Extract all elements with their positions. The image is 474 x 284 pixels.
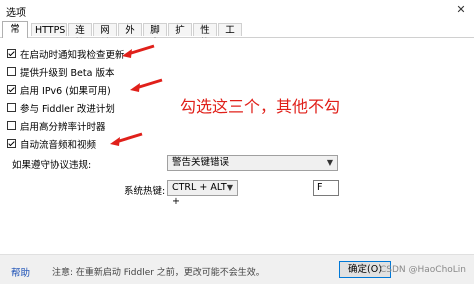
tab-scripting[interactable]: 脚本 [143,23,167,49]
tab-extensions[interactable]: 扩展 [168,23,192,49]
option-beta-upgrade[interactable]: 提供升级到 Beta 版本 [7,65,115,79]
tab-gateway[interactable]: 网关 [93,23,117,49]
select-value: CTRL + ALT + [172,182,227,207]
restart-note: 注意: 在重新启动 Fiddler 之前，更改可能不会生效。 [52,268,265,278]
tab-https[interactable]: HTTPS [31,23,67,36]
protocol-violation-select[interactable]: 警告关键错误 ▼ [167,155,338,171]
tab-performance[interactable]: 性能 [193,23,217,49]
option-label: 自动流音频和视频 [20,139,97,151]
checkbox[interactable] [7,49,16,58]
arrow-icon [130,78,163,92]
arrow-icon [122,44,155,58]
select-value: 警告关键错误 [172,157,230,168]
tab-connections[interactable]: 连接 [68,23,92,49]
hotkey-key-input[interactable]: F [313,180,339,196]
option-stream-audio-video[interactable]: 自动流音频和视频 [7,137,97,151]
watermark: CSDN @HaoChoLin [379,265,466,275]
title-bar: 选项 ✕ [0,0,474,20]
tab-general[interactable]: 常规 [2,21,28,50]
hotkey-label: 系统热键: [124,186,166,197]
checkbox[interactable] [7,85,16,94]
help-link[interactable]: 帮助 [11,265,30,279]
option-label: 参与 Fiddler 改进计划 [20,103,115,115]
window-title: 选项 [6,8,26,19]
chevron-down-icon: ▼ [326,158,333,167]
chevron-down-icon: ▼ [226,183,233,192]
annotation-text: 勾选这三个，其他不勾 [180,97,341,116]
tab-bar: 常规 HTTPS 连接 网关 外观 脚本 扩展 性能 工具 [0,20,474,50]
checkbox[interactable] [7,121,16,130]
option-label: 提供升级到 Beta 版本 [20,67,115,79]
protocol-violation-label: 如果遵守协议违规: [12,160,92,171]
close-icon[interactable]: ✕ [448,0,474,20]
footer: 帮助 注意: 在重新启动 Fiddler 之前，更改可能不会生效。 确定(O) … [0,254,474,284]
general-panel: 在启动时通知我检查更新 提供升级到 Beta 版本 启用 IPv6 (如果可用)… [0,38,474,254]
hotkey-modifier-select[interactable]: CTRL + ALT + ▼ [167,180,238,207]
option-improvement-program[interactable]: 参与 Fiddler 改进计划 [7,101,115,115]
tab-tools[interactable]: 工具 [218,23,242,49]
tab-appearance[interactable]: 外观 [118,23,142,49]
checkbox[interactable] [7,67,16,76]
checkbox[interactable] [7,103,16,112]
checkbox[interactable] [7,139,16,148]
option-label: 启用高分辨率计时器 [20,121,106,133]
option-enable-ipv6[interactable]: 启用 IPv6 (如果可用) [7,83,111,97]
arrow-icon [110,132,143,146]
option-high-res-timer[interactable]: 启用高分辨率计时器 [7,119,106,133]
option-label: 在启动时通知我检查更新 [20,49,125,61]
option-check-updates[interactable]: 在启动时通知我检查更新 [7,47,125,61]
option-label: 启用 IPv6 (如果可用) [20,85,111,97]
